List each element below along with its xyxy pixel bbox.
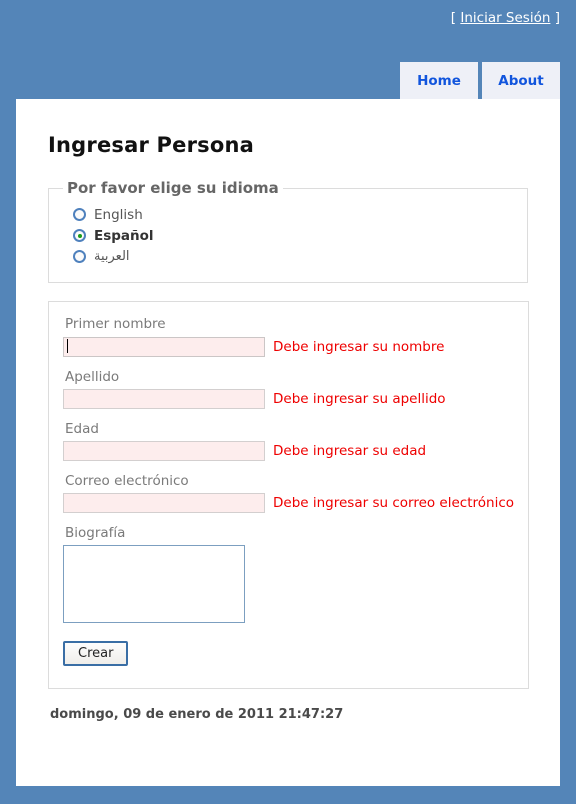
language-legend: Por favor elige su idioma: [67, 179, 279, 197]
text-caret-icon: [67, 339, 68, 353]
label-primer-nombre: Primer nombre: [65, 316, 166, 332]
tab-about[interactable]: About: [482, 62, 560, 99]
label-apellido: Apellido: [65, 369, 120, 385]
field-row-primer-nombre: Debe ingresar su nombre: [63, 336, 514, 357]
nav-tabs: Home About: [400, 62, 560, 99]
radio-espanol-icon[interactable]: [73, 229, 86, 242]
error-apellido: Debe ingresar su apellido: [273, 391, 446, 407]
input-edad[interactable]: [63, 441, 265, 461]
radio-english-icon[interactable]: [73, 208, 86, 221]
timestamp: domingo, 09 de enero de 2011 21:47:27: [50, 707, 344, 722]
submit-row: Crear: [63, 627, 514, 666]
content-panel: Ingresar Persona Por favor elige su idio…: [16, 99, 560, 786]
login-link[interactable]: Iniciar Sesión: [460, 10, 550, 26]
radio-row-espanol[interactable]: Español: [73, 226, 513, 245]
radio-row-arabic[interactable]: العربية: [73, 247, 513, 266]
crear-button[interactable]: Crear: [63, 641, 129, 666]
radio-row-english[interactable]: English: [73, 205, 513, 224]
page-title: Ingresar Persona: [48, 133, 254, 157]
radio-arabic-label: العربية: [94, 249, 130, 264]
error-primer-nombre: Debe ingresar su nombre: [273, 338, 445, 355]
field-row-edad: Debe ingresar su edad: [63, 441, 514, 461]
field-row-correo-electronico: Debe ingresar su correo electrónico: [63, 493, 514, 513]
input-primer-nombre[interactable]: [63, 337, 265, 357]
radio-english-label: English: [94, 206, 143, 223]
person-form-fieldset: Primer nombre Debe ingresar su nombre Ap…: [48, 301, 530, 689]
bracket-open: [: [450, 10, 457, 26]
label-edad: Edad: [65, 421, 99, 437]
language-fieldset: Por favor elige su idioma English Españo…: [48, 179, 528, 283]
input-wrap-primer-nombre: [63, 336, 265, 357]
input-biografia[interactable]: [63, 545, 245, 623]
tab-about-label: About: [498, 72, 544, 89]
input-correo-electronico[interactable]: [63, 493, 265, 513]
radio-espanol-label: Español: [94, 227, 154, 244]
error-edad: Debe ingresar su edad: [273, 443, 427, 459]
error-correo-electronico: Debe ingresar su correo electrónico: [273, 495, 515, 511]
radio-arabic-icon[interactable]: [73, 250, 86, 263]
bracket-close: ]: [554, 10, 560, 26]
login-bar: [ Iniciar Sesión ]: [0, 0, 576, 34]
label-biografia: Biografía: [65, 525, 126, 541]
field-row-apellido: Debe ingresar su apellido: [63, 389, 514, 409]
tab-home-label: Home: [417, 72, 461, 89]
tab-home[interactable]: Home: [400, 62, 478, 99]
label-correo-electronico: Correo electrónico: [65, 473, 189, 489]
input-apellido[interactable]: [63, 389, 265, 409]
